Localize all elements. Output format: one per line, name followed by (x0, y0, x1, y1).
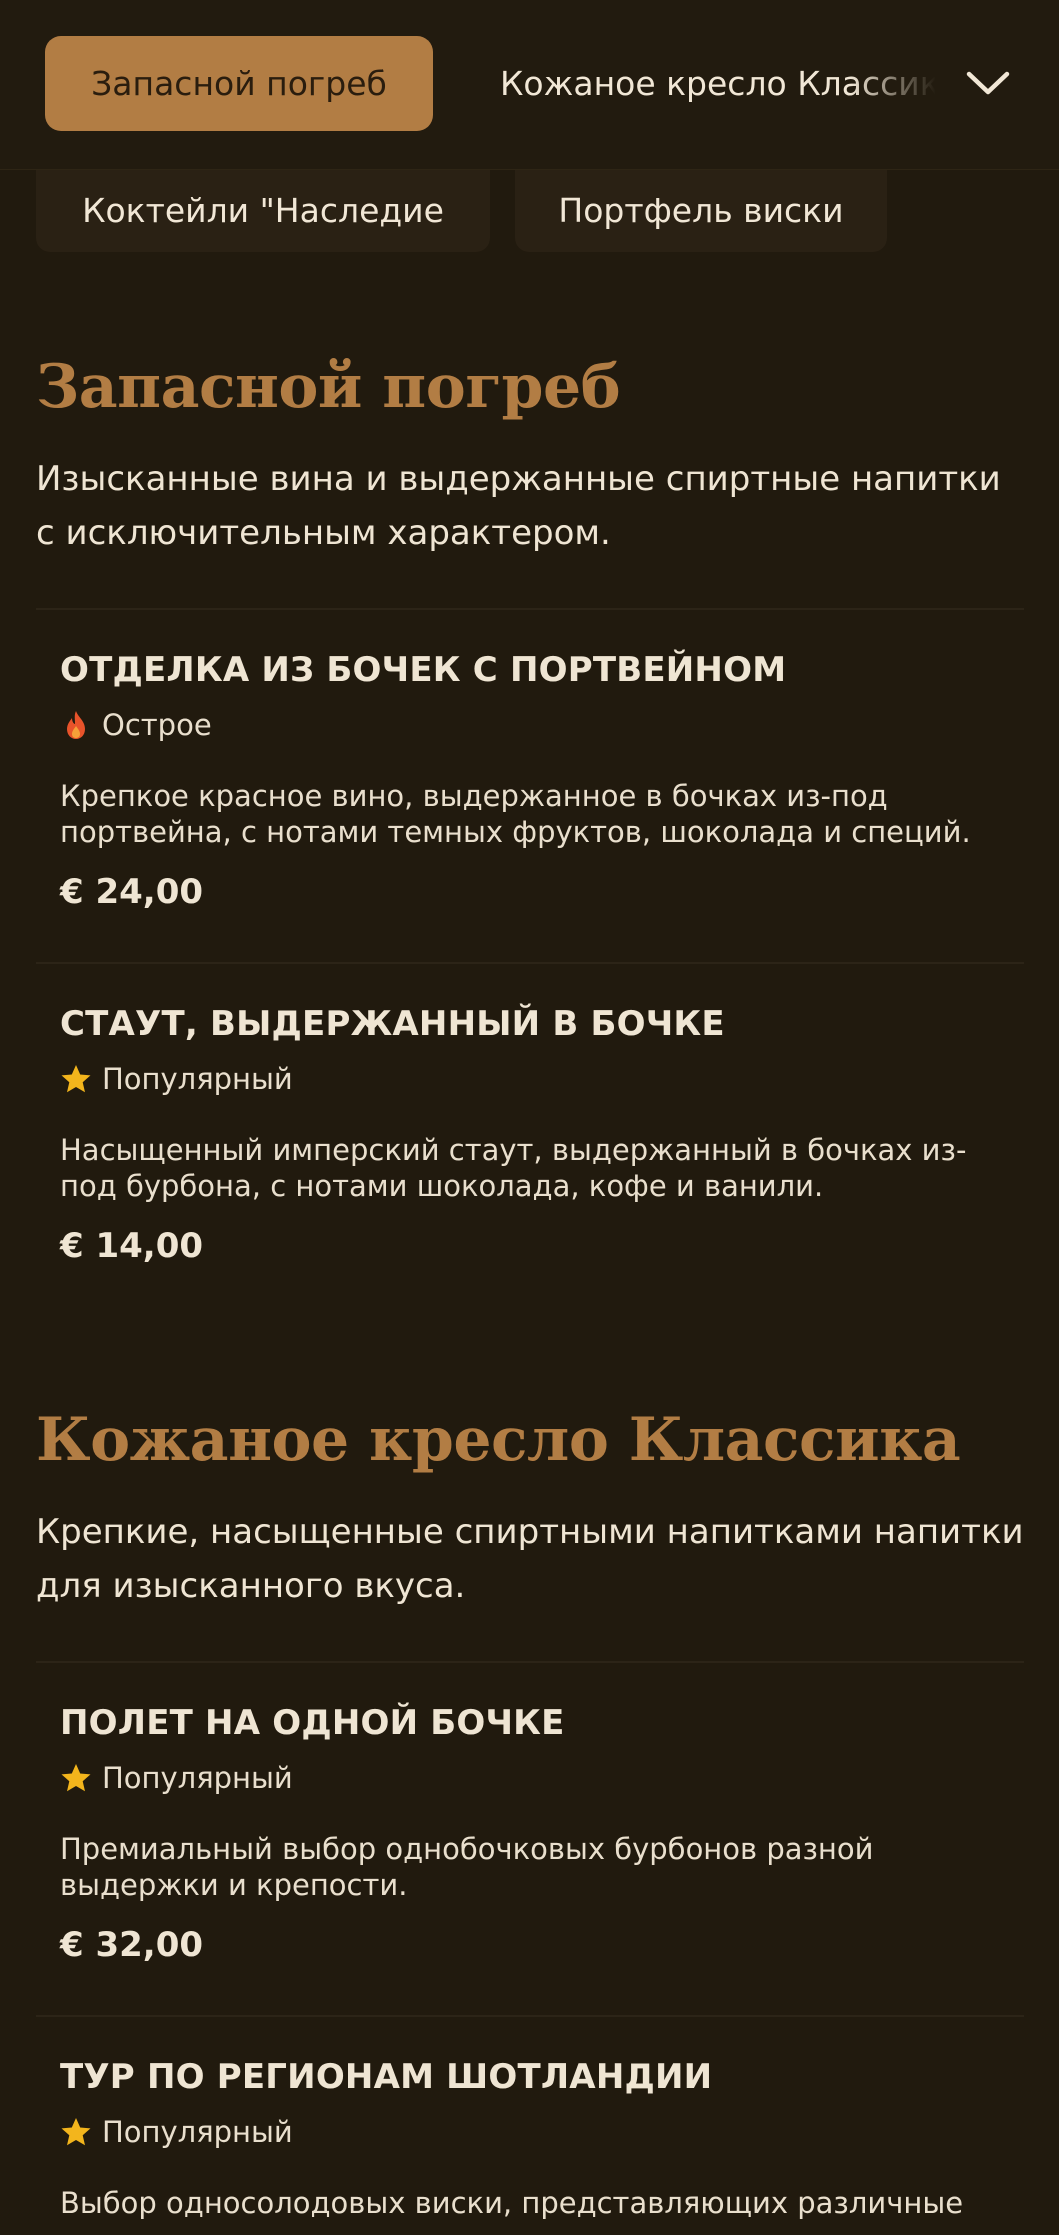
menu-item-name: СТАУТ, ВЫДЕРЖАННЫЙ В БОЧКЕ (60, 1004, 725, 1044)
section-description: Крепкие, насыщенные спиртными напитками … (36, 1512, 1024, 1606)
menu-item-tag-label: Острое (102, 708, 212, 742)
menu-item-name: ОТДЕЛКА ИЗ БОЧЕК С ПОРТВЕЙНОМ (60, 650, 787, 690)
star-icon (60, 1762, 92, 1794)
menu-item-price: € 14,00 (60, 1226, 204, 1266)
menu-item-tag: Популярный (60, 2115, 293, 2149)
chevron-down-icon[interactable] (965, 58, 1011, 108)
menu-item-tag-label: Популярный (102, 1761, 293, 1795)
divider (36, 962, 1024, 964)
menu-item-description: Крепкое красное вино, выдержанное в бочк… (60, 779, 971, 849)
menu-item-tag: Острое (60, 708, 212, 742)
menu-item-name: ТУР ПО РЕГИОНАМ ШОТЛАНДИИ (60, 2057, 713, 2097)
menu-item-description: Премиальный выбор однобочковых бурбонов … (60, 1832, 874, 1902)
tab-cocktails-nasledie[interactable]: Коктейли "Наследие (36, 168, 490, 252)
star-icon (60, 1063, 92, 1095)
divider (36, 608, 1024, 610)
section-title: Кожаное кресло Классика (36, 1405, 961, 1475)
section-title: Запасной погреб (36, 352, 621, 422)
category-nav-bar: Запасной погреб Кожаное кресло Классика (0, 0, 1059, 170)
menu-item-description: Насыщенный имперский стаут, выдержанный … (60, 1133, 967, 1203)
menu-item-tag: Популярный (60, 1761, 293, 1795)
star-icon (60, 2116, 92, 2148)
menu-item-tag: Популярный (60, 1062, 293, 1096)
menu-item-price: € 24,00 (60, 872, 204, 912)
divider (36, 1661, 1024, 1663)
flame-icon (60, 709, 92, 741)
section-description: Изысканные вина и выдержанные спиртные н… (36, 459, 1001, 553)
menu-item-tag-label: Популярный (102, 2115, 293, 2149)
menu-item-name: ПОЛЕТ НА ОДНОЙ БОЧКЕ (60, 1703, 565, 1743)
menu-item-description: Выбор односолодовых виски, представляющи… (60, 2186, 964, 2220)
menu-item-tag-label: Популярный (102, 1062, 293, 1096)
tab-zapasnoy-pogreb[interactable]: Запасной погреб (45, 36, 433, 131)
tab-kozhanoe-kreslo[interactable]: Кожаное кресло Классика (500, 36, 940, 131)
divider (36, 2015, 1024, 2017)
menu-item-price: € 32,00 (60, 1925, 204, 1965)
tab-whisky-portfolio[interactable]: Портфель виски (515, 168, 887, 252)
